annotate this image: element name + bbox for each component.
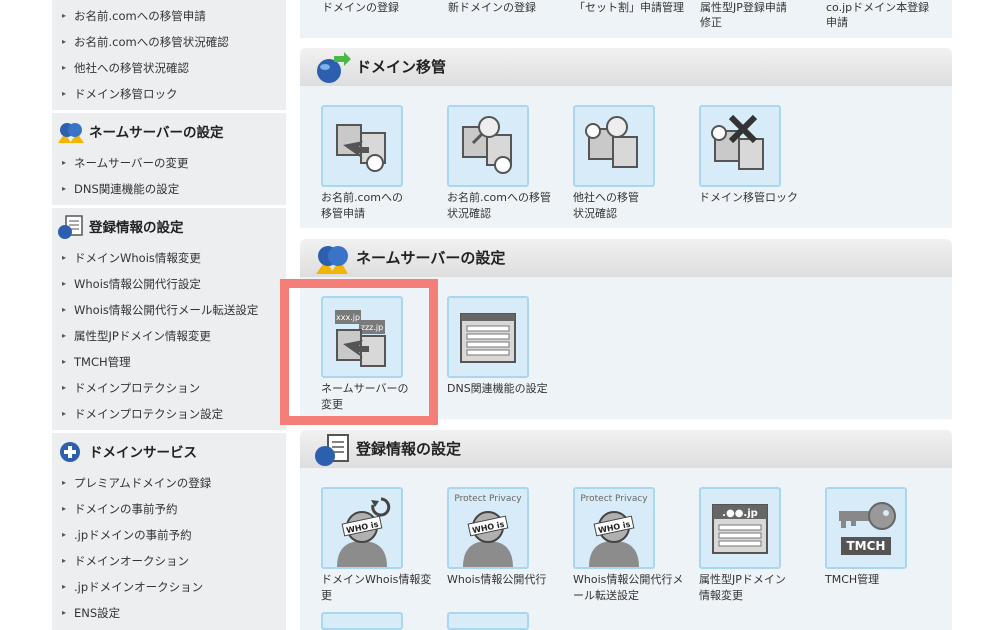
nameserver-people-icon [316,246,348,274]
sidebar-link-whois-privacy[interactable]: Whois情報公開代行設定 [52,271,286,297]
section-heading-transfer: ドメイン移管 [300,48,952,86]
tile-dns-settings[interactable] [447,296,529,378]
tile-jp-domain-info[interactable]: .●●.jp [699,487,781,569]
tile-next-row-2[interactable] [447,612,529,630]
tile-next-row-1[interactable] [321,612,403,630]
sidebar-heading-nameserver: ネームサーバーの設定 [52,110,286,150]
sidebar-link-whois-change[interactable]: ドメインWhois情報変更 [52,245,286,271]
tile-whois-mail-forward[interactable]: Protect Privacy WHO is [573,487,655,569]
sidebar-link-jp-preorder[interactable]: .jpドメインの事前予約 [52,522,286,548]
sidebar-link-domain-auction[interactable]: ドメインオークション [52,548,286,574]
sidebar-heading-services: ドメインサービス [52,430,286,470]
sidebar-link-dns-settings[interactable]: DNS関連機能の設定 [52,176,286,202]
section-heading-registration: 登録情報の設定 [300,430,952,468]
sidebar-heading-services-label: ドメインサービス [89,445,197,461]
tile-label-domain-register[interactable]: ドメインの登録 [322,0,399,15]
whois-change-icon: WHO is [337,497,391,567]
tile-label-whois-privacy[interactable]: Whois情報公開代行 [447,572,569,588]
sidebar-link-transfer-lock[interactable]: ドメイン移管ロック [52,81,286,107]
whois-mail-forward-icon: Protect Privacy WHO is [580,494,648,567]
transfer-globe-icon [317,52,351,83]
tile-label-dns-settings[interactable]: DNS関連機能の設定 [447,381,569,397]
section-heading-nameserver: ネームサーバーの設定 [300,239,952,277]
transfer-request-icon [336,124,386,172]
tile-label-tmch[interactable]: TMCH管理 [825,572,947,588]
tile-label-jp-domain-info[interactable]: 属性型JPドメイン 情報変更 [699,572,821,604]
tile-tmch[interactable]: TMCH [825,487,907,569]
transfer-status-icon [462,116,512,174]
section-title-nameserver: ネームサーバーの設定 [356,249,506,267]
tile-label-transfer-out-status[interactable]: 他社への移管 状況確認 [573,190,695,222]
transfer-out-status-icon [585,116,638,168]
jp-badge: .●●.jp [722,508,758,519]
tile-label-whois-mail-forward[interactable]: Whois情報公開代行メ ール転送設定 [573,572,695,604]
tile-label-set-discount[interactable]: 「セット割」申請管理 [574,0,684,15]
sidebar-link-domain-protection-settings[interactable]: ドメインプロテクション設定 [52,401,286,427]
dns-settings-icon [460,313,516,363]
sidebar-link-tmch[interactable]: TMCH管理 [52,349,286,375]
sidebar-link-domain-preorder[interactable]: ドメインの事前予約 [52,496,286,522]
sidebar-link-nameserver-change[interactable]: ネームサーバーの変更 [52,150,286,176]
tile-label-transfer-status[interactable]: お名前.comへの移管 状況確認 [447,190,569,222]
tile-transfer-request[interactable] [321,105,403,187]
sidebar-link-domain-protection[interactable]: ドメインプロテクション [52,375,286,401]
domain-registration-panel: ドメインの登録 新ドメインの登録 「セット割」申請管理 属性型JP登録申請 修正… [300,0,952,38]
sidebar-link-transfer-request[interactable]: お名前.comへの移管申請 [52,3,286,29]
nameserver-people-icon [58,123,84,143]
plus-circle-icon [60,442,80,462]
registration-info-icon [58,215,83,239]
nameserver-change-icon: xxx.jp zzz.jp [335,310,386,367]
tile-whois-privacy[interactable]: Protect Privacy WHO is [447,487,529,569]
tile-transfer-status[interactable] [447,105,529,187]
protect-privacy-caption: Protect Privacy [454,494,522,504]
protect-privacy-caption: Protect Privacy [580,494,648,504]
sidebar-link-transfer-out-status[interactable]: 他社への移管状況確認 [52,55,286,81]
tile-label-nameserver-change[interactable]: ネームサーバーの 変更 [321,381,443,413]
transfer-lock-icon [711,114,764,170]
sidebar-link-whois-mail-forward[interactable]: Whois情報公開代行メール転送設定 [52,297,286,323]
tile-transfer-out-status[interactable] [573,105,655,187]
sidebar-link-premium-domain[interactable]: プレミアムドメインの登録 [52,470,286,496]
tmch-badge: TMCH [847,539,886,553]
tile-label-whois-change[interactable]: ドメインWhois情報変 更 [321,572,443,604]
tile-transfer-lock[interactable] [699,105,781,187]
sidebar-link-jp-domain-info[interactable]: 属性型JPドメイン情報変更 [52,323,286,349]
sidebar-heading-registration-label: 登録情報の設定 [89,220,184,236]
registration-info-icon [315,434,349,466]
tile-label-cojp-registration[interactable]: co.jpドメイン本登録 申請 [826,0,929,30]
sidebar-heading-registration: 登録情報の設定 [52,205,286,245]
badge-zzz-jp: zzz.jp [361,323,383,332]
tile-label-jp-registration[interactable]: 属性型JP登録申請 修正 [700,0,787,30]
whois-privacy-icon: Protect Privacy WHO is [454,494,522,567]
sidebar-heading-nameserver-label: ネームサーバーの設定 [89,125,224,141]
tile-label-transfer-request[interactable]: お名前.comへの 移管申請 [321,190,443,222]
tile-whois-change[interactable]: WHO is [321,487,403,569]
sidebar-link-transfer-status[interactable]: お名前.comへの移管状況確認 [52,29,286,55]
sidebar-link-ens[interactable]: ENS設定 [52,600,286,626]
tile-label-transfer-lock[interactable]: ドメイン移管ロック [699,190,821,206]
section-title-registration: 登録情報の設定 [356,440,462,458]
sidebar: お名前.comへの移管申請 お名前.comへの移管状況確認 他社への移管状況確認… [52,0,286,630]
badge-xxx-jp: xxx.jp [336,313,360,322]
tile-nameserver-change[interactable]: xxx.jp zzz.jp [321,296,403,378]
sidebar-link-jp-auction[interactable]: .jpドメインオークション [52,574,286,600]
jp-domain-info-icon: .●●.jp [712,504,768,554]
tile-label-new-domain-register[interactable]: 新ドメインの登録 [448,0,536,15]
section-title-transfer: ドメイン移管 [356,58,447,76]
tmch-key-icon: TMCH [839,502,896,555]
